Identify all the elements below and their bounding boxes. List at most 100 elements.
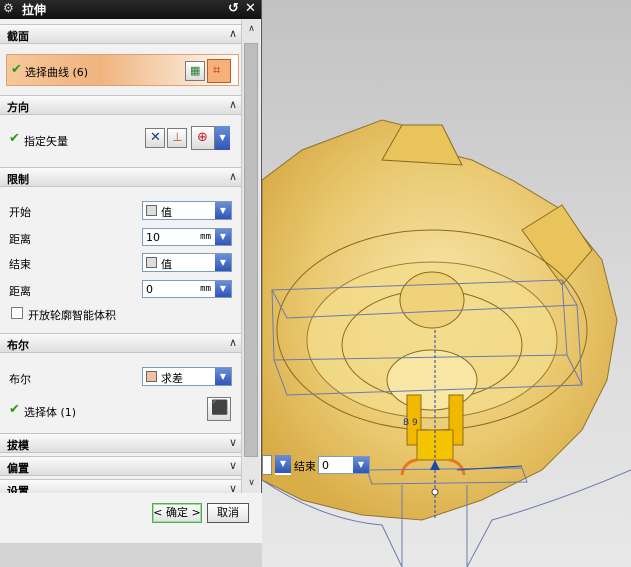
chevron-down-icon: ∨	[228, 482, 237, 493]
chevron-down-icon: ▼	[353, 457, 369, 473]
dialog-title: 拉伸	[22, 3, 47, 17]
section-header-settings[interactable]: 设置 ∨	[0, 479, 241, 493]
axis-icon: ⊕	[197, 130, 208, 145]
section-title: 拔模	[7, 439, 29, 452]
end-distance-row: 距离 0 mm ▼	[0, 277, 241, 301]
scroll-up-icon[interactable]: ∧	[242, 21, 261, 37]
vector-dropdown[interactable]: ▼	[215, 126, 230, 150]
unit-label: mm	[200, 232, 211, 242]
handle-end-value-input[interactable]: 0 ▼	[318, 456, 370, 474]
scroll-thumb[interactable]	[244, 43, 258, 457]
chevron-down-icon: ▼	[215, 202, 231, 219]
section-title: 方向	[7, 101, 29, 114]
sketch-section-button[interactable]: ▦	[185, 61, 205, 81]
section-title: 限制	[7, 173, 29, 186]
scroll-down-icon[interactable]: ∨	[242, 475, 261, 491]
open-profile-row: 开放轮廓智能体积	[0, 303, 241, 325]
chevron-down-icon: ∨	[228, 459, 237, 472]
check-icon: ✔	[11, 62, 22, 77]
start-distance-row: 距离 10 mm ▼	[0, 225, 241, 249]
dialog-scrollbar[interactable]: ∧ ∨	[241, 19, 260, 493]
end-type-select[interactable]: 值 ▼	[142, 253, 232, 272]
section-header-limits[interactable]: 限制 ∧	[0, 167, 241, 187]
gear-icon[interactable]: ⚙	[3, 1, 17, 15]
chevron-up-icon: ∧	[228, 336, 237, 349]
section-title: 布尔	[7, 339, 29, 352]
subtract-icon	[146, 371, 157, 382]
value-icon	[146, 205, 157, 216]
chevron-down-icon: ▼	[215, 281, 231, 297]
curve-icon: ⌗	[213, 63, 221, 78]
handle-type-dropdown[interactable]: ▼	[275, 455, 291, 475]
end-distance-input[interactable]: 0 mm ▼	[142, 280, 232, 298]
boolean-label: 布尔	[9, 373, 31, 386]
model-drawing	[262, 119, 631, 567]
unit-label: mm	[200, 284, 211, 294]
curve-select-button[interactable]: ⌗	[207, 59, 231, 83]
start-type-select[interactable]: 值 ▼	[142, 201, 232, 220]
inferred-vector-button[interactable]: ⊕	[191, 126, 215, 150]
start-distance-label: 距离	[9, 233, 31, 246]
section-title: 设置	[7, 485, 29, 493]
reset-icon[interactable]: ↺	[228, 1, 239, 16]
check-icon: ✔	[9, 402, 20, 417]
select-body-row: ✔ 选择体 (1) ⬛	[0, 393, 241, 423]
chevron-up-icon: ∧	[228, 98, 237, 111]
cross-arrows-icon: ✕	[150, 130, 161, 145]
start-label: 开始	[9, 206, 31, 219]
check-icon: ✔	[9, 131, 20, 146]
start-distance-value: 10	[146, 231, 160, 244]
close-icon[interactable]: ✕	[245, 1, 256, 16]
vector-label: 指定矢量	[24, 135, 68, 148]
chevron-down-icon: ▼	[215, 368, 231, 385]
section-header-draft[interactable]: 拔模 ∨	[0, 433, 241, 453]
3d-viewport[interactable]: B 9	[262, 0, 631, 567]
boolean-row: 布尔 求差 ▼	[0, 365, 241, 389]
chevron-up-icon: ∧	[228, 27, 237, 40]
sketch-icon: ▦	[190, 64, 201, 77]
section-header-section[interactable]: 截面 ∧	[0, 24, 241, 44]
select-body-button[interactable]: ⬛	[207, 397, 231, 421]
select-body-label: 选择体 (1)	[24, 406, 77, 419]
boolean-type-select[interactable]: 求差 ▼	[142, 367, 232, 386]
ok-button[interactable]: < 确定 >	[152, 503, 202, 523]
handle-end-label: 结束	[294, 460, 316, 473]
dialog-content: 截面 ∧ ✔ 选择曲线 (6) ▦ ⌗ 方向 ∧ ✔ 指定矢量 ✕ ⊥ ⊕ ▼ …	[0, 19, 241, 493]
value-icon	[146, 257, 157, 268]
start-row: 开始 值 ▼	[0, 199, 241, 223]
end-row: 结束 值 ▼	[0, 251, 241, 275]
boolean-type-value: 求差	[161, 372, 183, 385]
vector-dialog-button[interactable]: ⊥	[167, 128, 187, 148]
select-curve-label: 选择曲线 (6)	[25, 66, 89, 79]
end-handle-widget[interactable]: ▼ 结束 0 ▼	[262, 452, 372, 478]
handle-left-box	[262, 455, 272, 475]
select-curve-row[interactable]: ✔ 选择曲线 (6) ▦ ⌗	[6, 54, 239, 86]
section-header-boolean[interactable]: 布尔 ∧	[0, 333, 241, 353]
chevron-down-icon: ▼	[215, 229, 231, 245]
handle-end-value: 0	[322, 459, 329, 472]
dialog-footer: < 确定 > 取消	[0, 493, 262, 543]
end-distance-label: 距离	[9, 285, 31, 298]
open-profile-checkbox[interactable]	[11, 307, 23, 319]
cube-icon: ⬛	[211, 400, 229, 416]
start-distance-input[interactable]: 10 mm ▼	[142, 228, 232, 246]
chevron-down-icon: ▼	[215, 254, 231, 271]
section-header-direction[interactable]: 方向 ∧	[0, 95, 241, 115]
vector-row: ✔ 指定矢量 ✕ ⊥ ⊕ ▼	[0, 119, 241, 159]
start-type-value: 值	[161, 206, 172, 219]
end-distance-value: 0	[146, 283, 153, 296]
cancel-button[interactable]: 取消	[207, 503, 249, 523]
section-header-offset[interactable]: 偏置 ∨	[0, 456, 241, 476]
end-type-value: 值	[161, 258, 172, 271]
dimension-label: B 9	[403, 418, 418, 428]
reverse-direction-button[interactable]: ✕	[145, 128, 165, 148]
end-label: 结束	[9, 258, 31, 271]
chevron-down-icon: ∨	[228, 436, 237, 449]
title-bar: ⚙ 拉伸 ↺ ✕	[0, 0, 261, 19]
section-title: 偏置	[7, 462, 29, 475]
extrude-dialog: ⚙ 拉伸 ↺ ✕ 截面 ∧ ✔ 选择曲线 (6) ▦ ⌗ 方向 ∧ ✔ 指定矢量	[0, 0, 262, 543]
open-profile-label: 开放轮廓智能体积	[28, 309, 116, 322]
section-title: 截面	[7, 30, 29, 43]
chevron-up-icon: ∧	[228, 170, 237, 183]
vector-icon: ⊥	[172, 130, 183, 144]
